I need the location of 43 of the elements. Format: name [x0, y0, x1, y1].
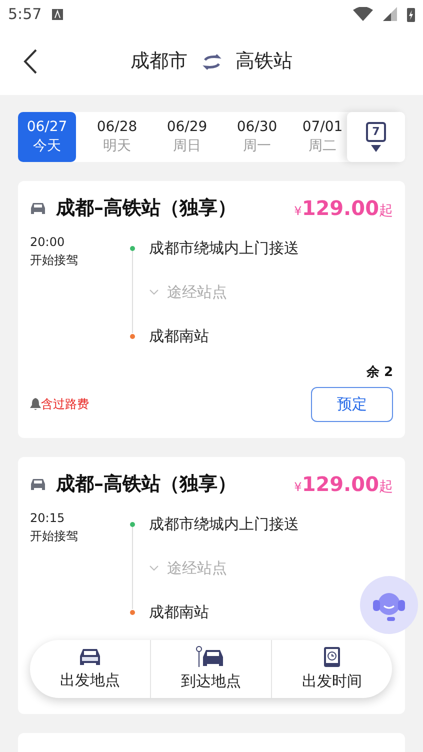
pickup-time: 20:00: [30, 234, 66, 251]
stop-name: 成都南站: [149, 326, 209, 347]
stop-name: 成都南站: [149, 602, 209, 623]
car-icon: [30, 201, 46, 215]
pickup-label: 开始接驾: [30, 252, 79, 269]
pin-car-icon: [196, 646, 226, 668]
price: ¥129.00起: [294, 195, 393, 222]
wifi-icon: [353, 7, 373, 21]
fee-note: 含过路费: [41, 396, 89, 413]
signal-icon: [383, 7, 397, 21]
book-button[interactable]: 预定: [311, 386, 393, 422]
stop-name: 成都市绕城内上门接送: [149, 238, 299, 259]
chevron-down-icon: [149, 289, 159, 295]
bottom-bar-item[interactable]: 出发时间: [271, 640, 392, 698]
notification-icon: [52, 8, 63, 20]
bottom-bar-item[interactable]: 到达地点: [150, 640, 271, 698]
route-title: 成都–高铁站（独享）: [56, 196, 236, 221]
seats-remaining: 余 2: [366, 364, 393, 382]
bell-icon: [30, 398, 41, 410]
route-title: 成都–高铁站（独享）: [56, 472, 236, 497]
date-tab[interactable]: 07/01 周二: [298, 112, 347, 162]
battery-icon: [407, 6, 415, 22]
clock-tablet-icon: [323, 646, 341, 668]
swap-icon[interactable]: [202, 54, 222, 70]
stop-name: 成都市绕城内上门接送: [149, 514, 299, 535]
car-icon: [30, 477, 46, 491]
origin-city[interactable]: 成都市: [130, 47, 188, 76]
date-tab[interactable]: 06/29 周日: [158, 112, 216, 162]
date-tab[interactable]: 06/27 今天: [18, 112, 76, 162]
pickup-label: 开始接驾: [30, 528, 79, 545]
dropdown-icon: [371, 145, 381, 152]
chevron-down-icon: [149, 565, 159, 571]
destination[interactable]: 高铁站: [236, 47, 292, 76]
pickup-time: 20:15: [30, 510, 66, 527]
price: ¥129.00起: [294, 471, 393, 498]
bottom-bar-item[interactable]: 出发地点: [30, 640, 150, 698]
car-icon: [78, 646, 102, 667]
status-time: 5:57: [8, 4, 42, 25]
route-card[interactable]: 成都–高铁站（独享） ¥129.00起 20:00 开始接驾 成都市绕城内上门接送 途经站点 成都南站 余 2 含过路费 预定: [18, 181, 405, 438]
date-tab[interactable]: 06/30 周一: [228, 112, 286, 162]
date-tab[interactable]: 06/28 明天: [88, 112, 146, 162]
back-icon[interactable]: [22, 48, 38, 75]
calendar-button[interactable]: 7: [347, 112, 405, 162]
